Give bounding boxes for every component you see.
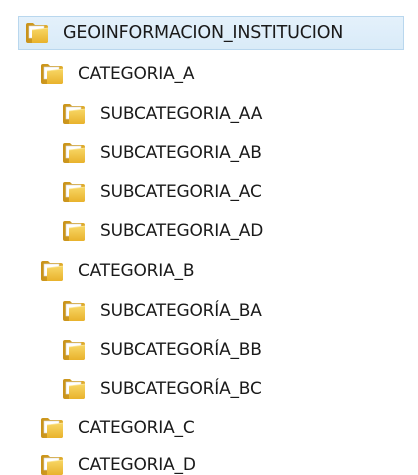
tree-node-subcategory-ad[interactable]: SUBCATEGORIA_AD	[62, 214, 263, 248]
tree-node-subcategory-ba[interactable]: SUBCATEGORÍA_BA	[62, 294, 262, 328]
tree-node-label: GEOINFORMACION_INSTITUCION	[63, 23, 344, 43]
tree-node-category-c[interactable]: CATEGORIA_C	[40, 411, 195, 445]
tree-node-label: SUBCATEGORIA_AA	[100, 104, 263, 124]
tree-node-label: SUBCATEGORIA_AC	[100, 182, 262, 202]
tree-node-subcategory-aa[interactable]: SUBCATEGORIA_AA	[62, 97, 262, 131]
tree-node-category-a[interactable]: CATEGORIA_A	[40, 57, 194, 91]
tree-node-category-d[interactable]: CATEGORIA_D	[40, 448, 196, 475]
tree-node-root[interactable]: GEOINFORMACION_INSTITUCION	[18, 16, 404, 50]
folder-icon	[62, 220, 86, 242]
tree-node-category-b[interactable]: CATEGORIA_B	[40, 254, 194, 288]
tree-node-label: CATEGORIA_A	[78, 64, 195, 84]
folder-icon	[40, 417, 64, 439]
tree-node-subcategory-ab[interactable]: SUBCATEGORIA_AB	[62, 136, 262, 170]
tree-node-label: CATEGORIA_D	[78, 455, 196, 475]
tree-node-subcategory-bb[interactable]: SUBCATEGORÍA_BB	[62, 333, 262, 367]
folder-icon	[62, 339, 86, 361]
tree-node-subcategory-ac[interactable]: SUBCATEGORIA_AC	[62, 175, 262, 209]
tree-node-label: SUBCATEGORÍA_BA	[100, 301, 262, 321]
folder-icon	[40, 63, 64, 85]
folder-icon	[62, 142, 86, 164]
folder-icon	[62, 103, 86, 125]
tree-node-label: SUBCATEGORIA_AD	[100, 221, 264, 241]
folder-icon	[25, 22, 49, 44]
tree-node-label: SUBCATEGORÍA_BC	[100, 379, 262, 399]
folder-icon	[62, 181, 86, 203]
folder-tree: GEOINFORMACION_INSTITUCION CATEGORIA_A S…	[0, 0, 418, 475]
tree-node-label: SUBCATEGORIA_AB	[100, 143, 262, 163]
folder-icon	[40, 454, 64, 475]
tree-node-label: CATEGORIA_C	[78, 418, 195, 438]
folder-icon	[40, 260, 64, 282]
tree-node-subcategory-bc[interactable]: SUBCATEGORÍA_BC	[62, 372, 262, 406]
folder-icon	[62, 378, 86, 400]
folder-icon	[62, 300, 86, 322]
tree-node-label: CATEGORIA_B	[78, 261, 195, 281]
tree-node-label: SUBCATEGORÍA_BB	[100, 340, 262, 360]
